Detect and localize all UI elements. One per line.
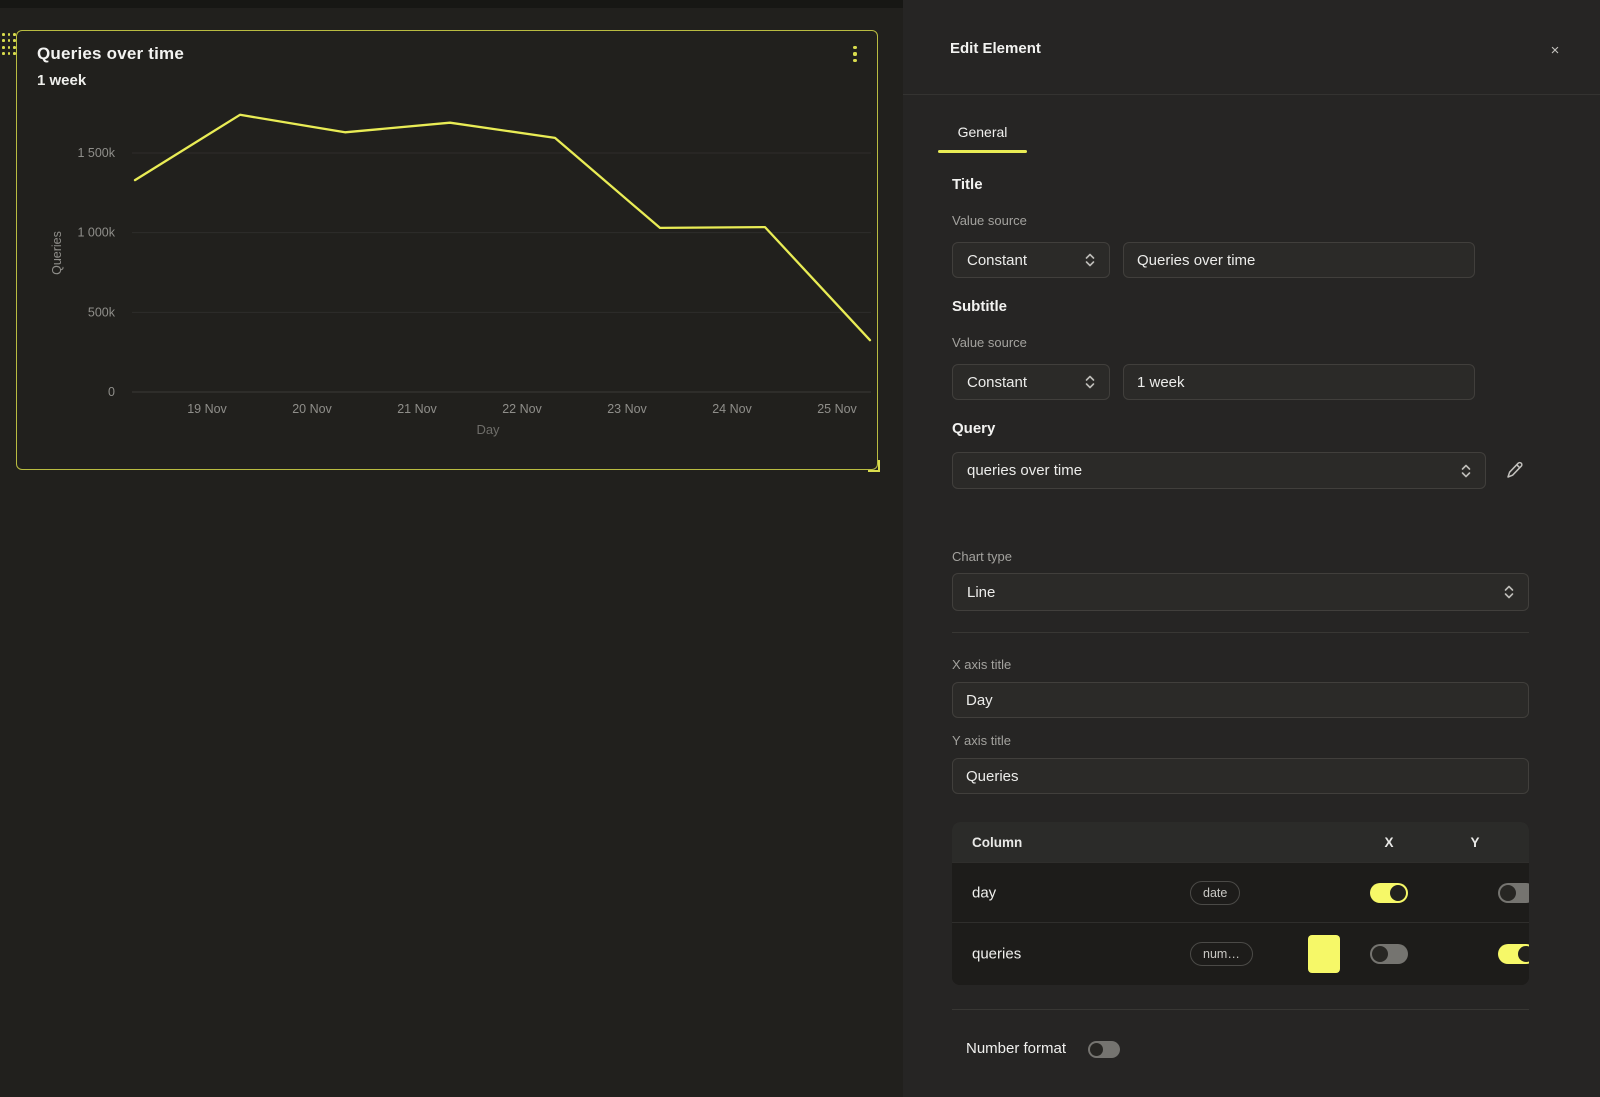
- columns-table: Column X Y day date queries num…: [952, 822, 1529, 985]
- x-tick-label: 22 Nov: [502, 402, 542, 416]
- subtitle-value-source-label: Value source: [952, 335, 1027, 350]
- dashboard-canvas[interactable]: Queries over time 1 week 0500k1 000k1 50…: [0, 8, 903, 1097]
- column-header: Column: [972, 835, 1022, 850]
- tab-general[interactable]: General: [938, 120, 1027, 144]
- toggle-knob: [1090, 1043, 1103, 1056]
- column-name: day: [972, 884, 996, 901]
- subtitle-section-heading: Subtitle: [952, 298, 1007, 315]
- close-icon[interactable]: ×: [1543, 38, 1567, 62]
- y-axis-title-label: Y axis title: [952, 733, 1011, 748]
- subtitle-source-value: Constant: [967, 374, 1027, 391]
- subtitle-value-input[interactable]: [1123, 364, 1475, 400]
- edit-query-button[interactable]: [1504, 459, 1524, 484]
- x-header: X: [1369, 822, 1409, 862]
- drag-handle-icon[interactable]: [1, 31, 17, 57]
- title-source-select[interactable]: Constant: [952, 242, 1110, 278]
- toggle-knob: [1390, 885, 1406, 901]
- line-chart: 0 500k 1 000k 1 500k 19 Nov 20 Nov 21 Nov 22 No…: [17, 31, 877, 469]
- x-tick-label: 24 Nov: [712, 402, 752, 416]
- chevron-updown-icon: [1085, 253, 1095, 267]
- tab-active-underline: [938, 150, 1027, 153]
- title-value-source-label: Value source: [952, 213, 1027, 228]
- number-format-toggle[interactable]: [1088, 1041, 1120, 1058]
- resize-handle[interactable]: [868, 460, 880, 472]
- type-badge: num…: [1190, 942, 1253, 966]
- x-tick-label: 23 Nov: [607, 402, 647, 416]
- y-tick-label: 0: [108, 385, 115, 399]
- y-axis-label: Queries: [50, 231, 64, 275]
- x-tick-label: 21 Nov: [397, 402, 437, 416]
- title-source-value: Constant: [967, 252, 1027, 269]
- chart-type-value: Line: [967, 584, 995, 601]
- x-axis-label: Day: [476, 422, 500, 437]
- x-tick-label: 25 Nov: [817, 402, 857, 416]
- type-badge: date: [1190, 881, 1240, 905]
- toggle-knob: [1500, 885, 1516, 901]
- series-color-swatch[interactable]: [1308, 935, 1340, 973]
- y-toggle[interactable]: [1498, 883, 1529, 903]
- columns-table-header: Column X Y: [952, 822, 1529, 862]
- x-axis-title-label: X axis title: [952, 657, 1011, 672]
- query-select-value: queries over time: [967, 462, 1082, 479]
- toggle-knob: [1518, 946, 1529, 962]
- x-toggle[interactable]: [1370, 883, 1408, 903]
- edit-element-panel: Edit Element × General Title Value sourc…: [903, 0, 1600, 1097]
- query-select[interactable]: queries over time: [952, 452, 1486, 489]
- chart-type-select[interactable]: Line: [952, 573, 1529, 611]
- toggle-knob: [1372, 946, 1388, 962]
- chart-type-label: Chart type: [952, 549, 1012, 564]
- y-tick-label: 500k: [88, 305, 116, 319]
- pencil-icon: [1504, 459, 1524, 481]
- divider: [903, 94, 1600, 95]
- subtitle-source-select[interactable]: Constant: [952, 364, 1110, 400]
- table-row-day: day date: [952, 862, 1529, 922]
- y-header: Y: [1455, 822, 1495, 862]
- chevron-updown-icon: [1461, 464, 1471, 478]
- panel-title: Edit Element: [950, 40, 1041, 57]
- number-format-label: Number format: [966, 1040, 1066, 1057]
- y-toggle[interactable]: [1498, 944, 1529, 964]
- y-tick-label: 1 500k: [77, 146, 115, 160]
- column-name: queries: [972, 946, 1021, 963]
- title-section-heading: Title: [952, 176, 983, 193]
- chart-line-queries: [135, 115, 870, 340]
- x-tick-label: 20 Nov: [292, 402, 332, 416]
- chevron-updown-icon: [1085, 375, 1095, 389]
- x-toggle[interactable]: [1370, 944, 1408, 964]
- x-axis-title-input[interactable]: [952, 682, 1529, 718]
- divider: [952, 1009, 1529, 1010]
- divider: [952, 632, 1529, 633]
- x-tick-label: 19 Nov: [187, 402, 227, 416]
- y-axis-title-input[interactable]: [952, 758, 1529, 794]
- query-section-heading: Query: [952, 420, 995, 437]
- y-tick-label: 1 000k: [77, 226, 115, 240]
- chevron-updown-icon: [1504, 585, 1514, 599]
- chart-card[interactable]: Queries over time 1 week 0500k1 000k1 50…: [16, 30, 878, 470]
- table-row-queries: queries num…: [952, 922, 1529, 985]
- title-value-input[interactable]: [1123, 242, 1475, 278]
